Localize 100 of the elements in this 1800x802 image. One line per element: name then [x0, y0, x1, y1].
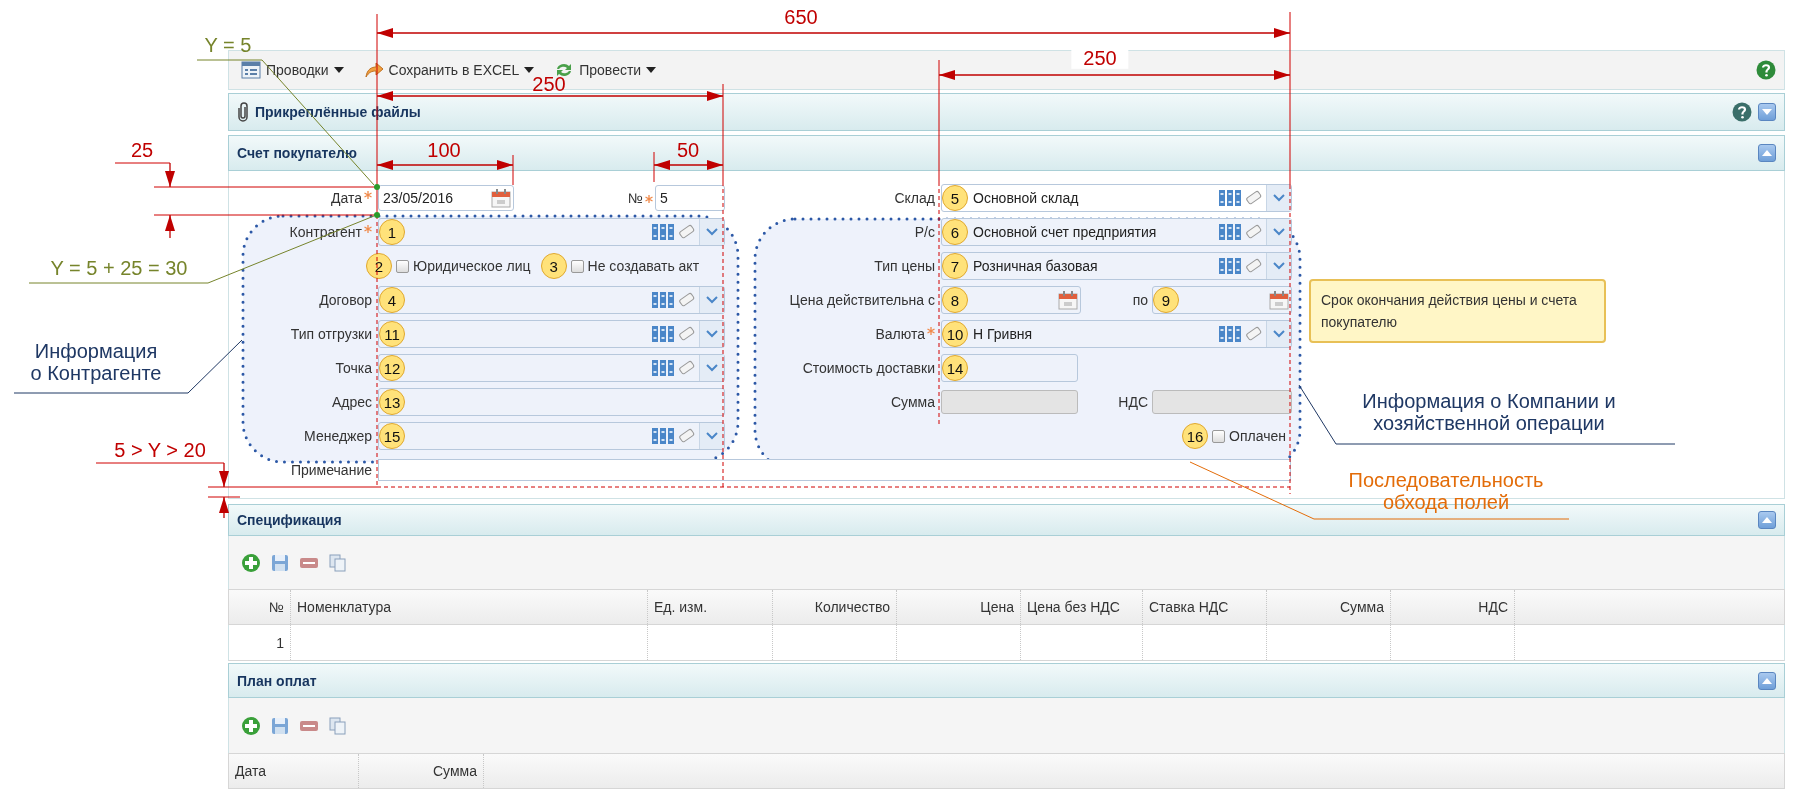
lookup-field[interactable]: 5 Основной склад: [941, 184, 1292, 212]
help-icon[interactable]: [1732, 102, 1752, 122]
copy-icon[interactable]: [329, 553, 347, 572]
field-label: Валюта: [875, 326, 925, 342]
annotation-note: Y = 5: [204, 33, 252, 57]
column-header[interactable]: Цена: [897, 590, 1021, 624]
binders-icon[interactable]: [1218, 325, 1242, 343]
field-label: Стоимость доставки: [802, 360, 935, 376]
binders-icon[interactable]: [1218, 189, 1242, 207]
chevron-down-icon: [705, 363, 719, 373]
curved-arrow-icon: [363, 61, 384, 79]
annotation-note: Y = 5 + 25 = 30: [50, 256, 188, 280]
annotation-note: Последовательность обхода полей: [1348, 468, 1544, 514]
remove-icon[interactable]: [299, 556, 319, 569]
guide-line: [207, 496, 241, 498]
binders-icon[interactable]: [651, 359, 675, 377]
field-label: Сумма: [891, 394, 935, 410]
column-header[interactable]: Ед. изм.: [648, 590, 773, 624]
column-header[interactable]: Количество: [773, 590, 897, 624]
chevron-down-icon: [1272, 329, 1286, 339]
annotation-note: 5 > Y > 20: [114, 438, 206, 462]
calendar-icon[interactable]: [491, 188, 511, 208]
note-field[interactable]: [378, 459, 1291, 481]
guide-line: [653, 151, 655, 183]
column-header[interactable]: Дата: [229, 754, 359, 788]
binders-icon[interactable]: [1218, 223, 1242, 241]
triangle-down-icon: [1762, 109, 1772, 115]
field-label: Тип цены: [874, 258, 935, 274]
help-icon[interactable]: [1756, 60, 1776, 80]
lookup-field[interactable]: 10 Н Гривня: [941, 320, 1292, 348]
collapse-button[interactable]: [1758, 671, 1776, 690]
field-label: Дата: [331, 190, 362, 206]
collapse-button[interactable]: [1758, 103, 1776, 121]
lookup-field[interactable]: 11: [378, 320, 725, 348]
dropdown-button[interactable]: [1266, 219, 1291, 245]
lookup-field[interactable]: 12: [378, 354, 725, 382]
copy-icon[interactable]: [329, 716, 347, 735]
date-field[interactable]: 9: [1152, 286, 1292, 314]
chevron-down-icon: [705, 431, 719, 441]
column-header[interactable]: Ставка НДС: [1143, 590, 1267, 624]
add-icon[interactable]: [241, 552, 261, 573]
binders-icon[interactable]: [651, 291, 675, 309]
dimension-arrow: [219, 496, 229, 519]
dimension-label: 250: [532, 72, 566, 96]
dropdown-button[interactable]: [699, 423, 724, 449]
dropdown-button[interactable]: [1266, 253, 1291, 279]
dimension-arrow: [653, 160, 724, 170]
lookup-field[interactable]: 1: [378, 218, 725, 246]
field-label: Цена действительна с: [789, 292, 935, 308]
chevron-down-icon: [1272, 193, 1286, 203]
column-header[interactable]: Цена без НДС: [1021, 590, 1143, 624]
step-badge: 15: [379, 423, 405, 449]
dropdown-button[interactable]: [1266, 185, 1291, 211]
dropdown-button[interactable]: [699, 355, 724, 381]
binders-icon[interactable]: [651, 325, 675, 343]
binders-icon[interactable]: [1218, 257, 1242, 275]
text-field[interactable]: 14: [941, 354, 1078, 382]
save-icon[interactable]: [271, 716, 289, 735]
dropdown-button[interactable]: [1266, 321, 1291, 347]
guide-line: [114, 162, 171, 164]
date-field[interactable]: 8: [941, 286, 1081, 314]
dropdown-button[interactable]: [699, 321, 724, 347]
add-icon[interactable]: [241, 715, 261, 736]
lookup-field[interactable]: 7 Розничная базовая: [941, 252, 1292, 280]
step-badge: 5: [942, 185, 968, 211]
save-icon[interactable]: [271, 553, 289, 572]
collapse-button[interactable]: [1758, 144, 1776, 162]
lookup-field[interactable]: 6 Основной счет предприятия: [941, 218, 1292, 246]
column-header[interactable]: Сумма: [1267, 590, 1391, 624]
column-header[interactable]: №: [229, 590, 291, 624]
lookup-field[interactable]: 15: [378, 422, 725, 450]
collapse-button[interactable]: [1758, 511, 1776, 529]
step-badge: 13: [379, 389, 405, 415]
checkbox-label: Оплачен: [1229, 428, 1286, 444]
annotation-note: Информация о Компании и хозяйственной операции: [1362, 389, 1616, 435]
number-field[interactable]: 5: [655, 185, 725, 211]
binders-icon[interactable]: [651, 427, 675, 445]
date-field[interactable]: 23/05/2016: [378, 185, 514, 211]
checkbox-label: Юридическое лиц: [413, 258, 531, 274]
field-label: Адрес: [331, 394, 372, 410]
required-icon: [927, 327, 935, 335]
remove-icon[interactable]: [299, 719, 319, 732]
required-icon: [364, 191, 372, 199]
panel-title: План оплат: [237, 672, 317, 689]
binders-icon[interactable]: [651, 223, 675, 241]
column-header[interactable]: Сумма: [359, 754, 484, 788]
step-badge: 9: [1153, 287, 1179, 313]
text-field[interactable]: 13: [378, 388, 725, 416]
step-badge: 6: [942, 219, 968, 245]
panel-title: Счет покупателю: [237, 145, 357, 161]
dropdown-button[interactable]: [699, 287, 724, 313]
calendar-icon[interactable]: [1058, 290, 1078, 310]
column-header[interactable]: НДС: [1391, 590, 1515, 624]
lookup-field[interactable]: 4: [378, 286, 725, 314]
column-header[interactable]: Номенклатура: [291, 590, 648, 624]
anchor-dot: [374, 212, 380, 218]
required-icon: [364, 225, 372, 233]
field-label: Тип отгрузки: [290, 326, 372, 342]
calendar-icon[interactable]: [1269, 290, 1289, 310]
dropdown-button[interactable]: [699, 219, 724, 245]
